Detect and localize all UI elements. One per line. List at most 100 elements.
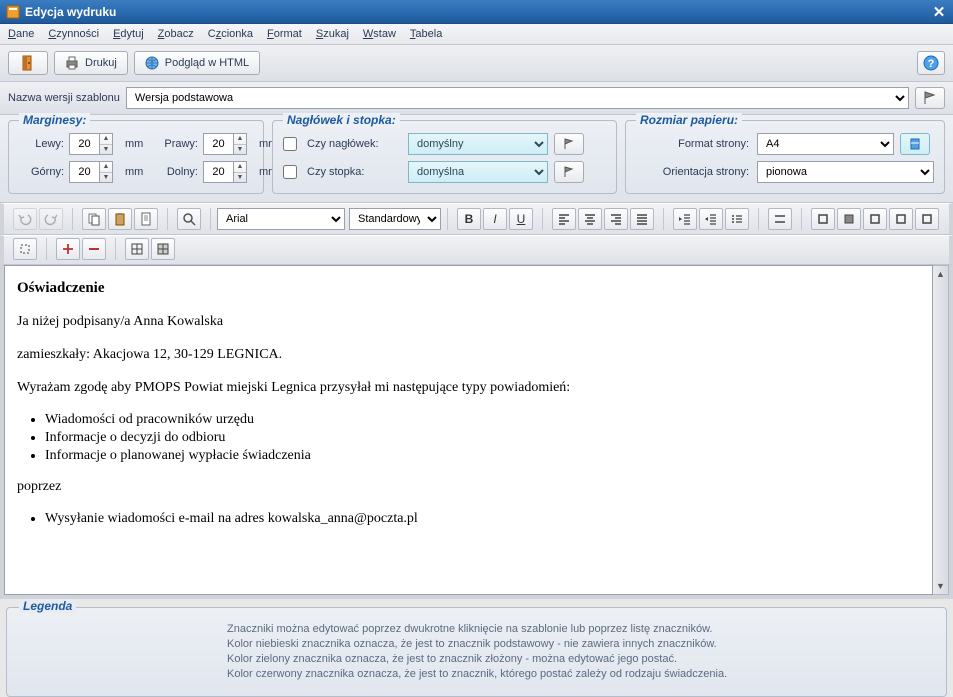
format-label: Format strony: bbox=[636, 138, 751, 150]
menu-szukaj[interactable]: Szukaj bbox=[316, 28, 349, 40]
help-button[interactable]: ? bbox=[917, 51, 945, 75]
italic-button[interactable]: I bbox=[483, 208, 507, 230]
list-button[interactable] bbox=[725, 208, 749, 230]
margin-right-input[interactable]: ▲▼ bbox=[203, 133, 253, 155]
border-4-button[interactable] bbox=[889, 208, 913, 230]
grid-fill-icon bbox=[156, 242, 170, 256]
redo-button[interactable] bbox=[39, 208, 63, 230]
border-5-button[interactable] bbox=[915, 208, 939, 230]
menu-wstaw[interactable]: Wstaw bbox=[363, 28, 396, 40]
menu-czynnosci[interactable]: Czynności bbox=[48, 28, 99, 40]
margin-left-input[interactable]: ▲▼ bbox=[69, 133, 119, 155]
underline-button[interactable]: U bbox=[509, 208, 533, 230]
menu-tabela[interactable]: Tabela bbox=[410, 28, 442, 40]
menu-dane[interactable]: Dane bbox=[8, 28, 34, 40]
legend-line: Kolor czerwony znacznika oznacza, że jes… bbox=[227, 667, 936, 682]
format-toolbar-1: Arial Standardowy B I U bbox=[0, 203, 953, 235]
door-icon bbox=[20, 55, 36, 71]
spin-down-icon[interactable]: ▼ bbox=[234, 145, 246, 155]
doc-p4: poprzez bbox=[17, 478, 920, 497]
table-grid-button[interactable] bbox=[125, 238, 149, 260]
border-1-button[interactable] bbox=[811, 208, 835, 230]
margin-top-input[interactable]: ▲▼ bbox=[69, 161, 119, 183]
legend-line: Znaczniki można edytować poprzez dwukrot… bbox=[227, 622, 936, 637]
square-icon bbox=[816, 212, 830, 226]
editor-scrollbar[interactable]: ▲ ▼ bbox=[933, 265, 949, 595]
exit-button[interactable] bbox=[8, 51, 48, 75]
flag-icon bbox=[563, 138, 575, 150]
margin-bottom-input[interactable]: ▲▼ bbox=[203, 161, 253, 183]
bold-button[interactable]: B bbox=[457, 208, 481, 230]
print-button[interactable]: Drukuj bbox=[54, 51, 128, 75]
font-select[interactable]: Arial bbox=[217, 208, 345, 230]
footer-select[interactable]: domyślna bbox=[408, 161, 548, 183]
spin-down-icon[interactable]: ▼ bbox=[100, 145, 112, 155]
list-item: Wysyłanie wiadomości e-mail na adres kow… bbox=[45, 511, 920, 527]
close-button[interactable]: ✕ bbox=[931, 4, 947, 20]
insert-row-button[interactable] bbox=[56, 238, 80, 260]
flag-icon bbox=[563, 166, 575, 178]
menu-format[interactable]: Format bbox=[267, 28, 302, 40]
format-refresh-button[interactable] bbox=[900, 133, 930, 155]
indent-dec-button[interactable] bbox=[673, 208, 697, 230]
cut-button[interactable] bbox=[134, 208, 158, 230]
printer-icon bbox=[65, 56, 79, 70]
template-edit-button[interactable] bbox=[915, 87, 945, 109]
spin-up-icon[interactable]: ▲ bbox=[100, 162, 112, 173]
align-justify-button[interactable] bbox=[630, 208, 654, 230]
align-center-button[interactable] bbox=[578, 208, 602, 230]
unit-label: mm bbox=[121, 138, 149, 150]
align-left-icon bbox=[557, 212, 571, 226]
margin-left-label: Lewy: bbox=[19, 138, 67, 150]
spin-up-icon[interactable]: ▲ bbox=[100, 134, 112, 145]
table-insert-button[interactable] bbox=[151, 238, 175, 260]
redo-icon bbox=[44, 212, 58, 226]
spacing-1-button[interactable] bbox=[768, 208, 792, 230]
header-checkbox[interactable] bbox=[283, 137, 297, 151]
footer-checkbox[interactable] bbox=[283, 165, 297, 179]
scroll-up-icon[interactable]: ▲ bbox=[933, 266, 948, 282]
undo-button[interactable] bbox=[13, 208, 37, 230]
window-title: Edycja wydruku bbox=[25, 5, 116, 19]
spin-up-icon[interactable]: ▲ bbox=[234, 162, 246, 173]
scroll-down-icon[interactable]: ▼ bbox=[933, 578, 948, 594]
spin-up-icon[interactable]: ▲ bbox=[234, 134, 246, 145]
orient-select[interactable]: pionowa bbox=[757, 161, 934, 183]
style-select[interactable]: Standardowy bbox=[349, 208, 441, 230]
border-2-button[interactable] bbox=[837, 208, 861, 230]
template-select[interactable]: Wersja podstawowa bbox=[126, 87, 909, 109]
border-3-button[interactable] bbox=[863, 208, 887, 230]
header-edit-button[interactable] bbox=[554, 133, 584, 155]
unit-label: mm bbox=[121, 166, 149, 178]
delete-row-button[interactable] bbox=[82, 238, 106, 260]
square-icon bbox=[920, 212, 934, 226]
spin-down-icon[interactable]: ▼ bbox=[100, 173, 112, 183]
menu-czcionka[interactable]: Czcionka bbox=[208, 28, 253, 40]
scroll-track[interactable] bbox=[933, 282, 948, 578]
preview-html-button[interactable]: Podgląd w HTML bbox=[134, 51, 260, 75]
header-select[interactable]: domyślny bbox=[408, 133, 548, 155]
format-toolbar-2 bbox=[0, 235, 953, 265]
list-item: Informacje o planowanej wypłacie świadcz… bbox=[45, 448, 920, 464]
zoom-button[interactable] bbox=[177, 208, 201, 230]
doc-p1: Ja niżej podpisany/a Anna Kowalska bbox=[17, 313, 920, 332]
align-justify-icon bbox=[635, 212, 649, 226]
indent-inc-button[interactable] bbox=[699, 208, 723, 230]
border-none-button[interactable] bbox=[13, 238, 37, 260]
document-editor[interactable]: Oświadczenie Ja niżej podpisany/a Anna K… bbox=[4, 265, 933, 595]
spacing-icon bbox=[773, 212, 787, 226]
indent-icon bbox=[704, 212, 718, 226]
format-select[interactable]: A4 bbox=[757, 133, 894, 155]
paste-button[interactable] bbox=[108, 208, 132, 230]
align-right-button[interactable] bbox=[604, 208, 628, 230]
minus-row-icon bbox=[87, 242, 101, 256]
header-label: Czy nagłówek: bbox=[307, 138, 402, 150]
menu-zobacz[interactable]: Zobacz bbox=[158, 28, 194, 40]
primary-toolbar: Drukuj Podgląd w HTML ? bbox=[0, 45, 953, 82]
copy-button[interactable] bbox=[82, 208, 106, 230]
legend-text: Znaczniki można edytować poprzez dwukrot… bbox=[227, 622, 936, 681]
menu-edytuj[interactable]: Edytuj bbox=[113, 28, 144, 40]
footer-edit-button[interactable] bbox=[554, 161, 584, 183]
spin-down-icon[interactable]: ▼ bbox=[234, 173, 246, 183]
align-left-button[interactable] bbox=[552, 208, 576, 230]
